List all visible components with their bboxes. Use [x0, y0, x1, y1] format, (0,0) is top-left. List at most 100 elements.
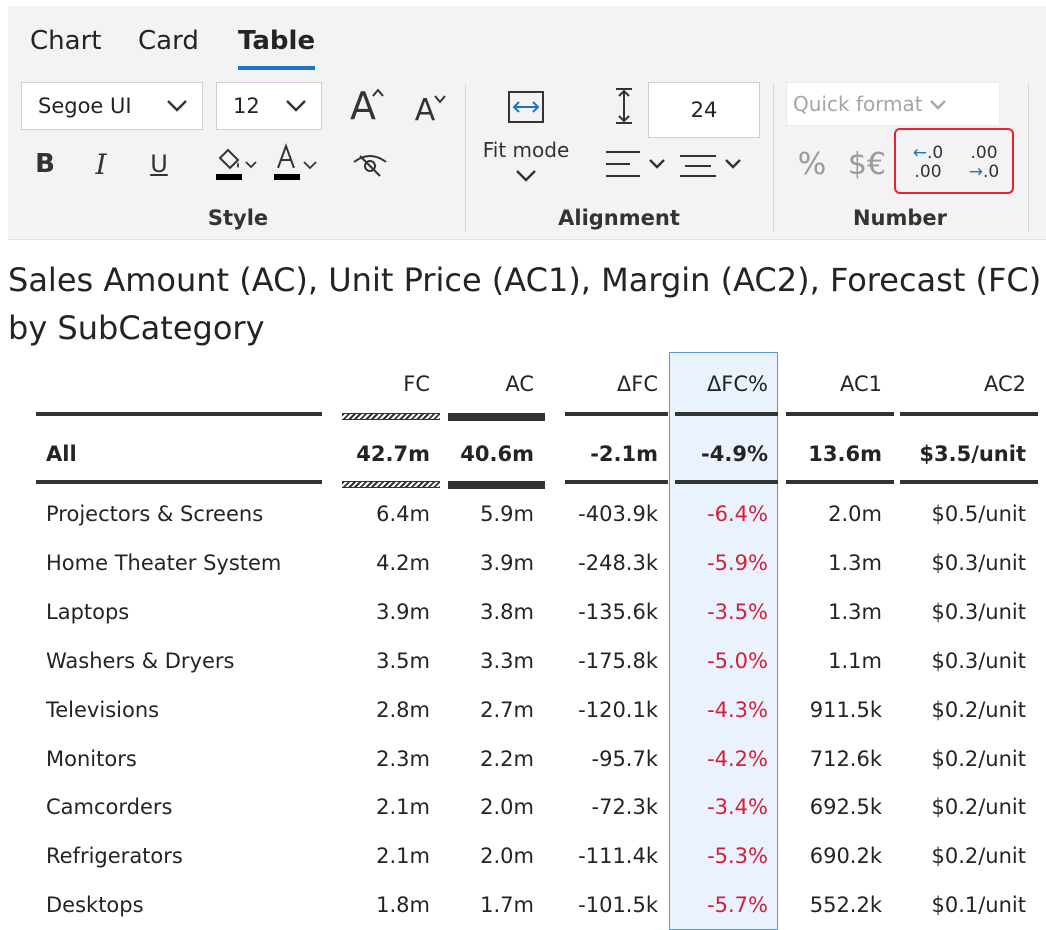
visual-title: Sales Amount (AC), Unit Price (AC1), Mar… — [8, 261, 1042, 347]
font-size-select[interactable]: 12 — [216, 82, 322, 130]
table-cell: $0.3/unit — [931, 648, 1026, 673]
table-cell: -5.7% — [707, 893, 768, 918]
row-divider — [786, 412, 894, 416]
column-header[interactable]: FC — [403, 372, 430, 396]
currency-format-button[interactable]: $€ — [842, 142, 892, 186]
table-cell: 2.2m — [480, 746, 534, 771]
percent-format-button[interactable]: % — [792, 142, 832, 186]
table-cell: 1.8m — [376, 893, 430, 918]
table-cell: 1.1m — [828, 648, 882, 673]
tab-table[interactable]: Table — [238, 26, 316, 70]
number-group-label: Number — [852, 206, 948, 230]
table-cell: 2.1m — [376, 844, 430, 869]
table-cell: 5.9m — [480, 502, 534, 526]
table-row-label: Washers & Dryers — [46, 648, 235, 673]
group-divider — [465, 84, 466, 232]
fit-width-icon — [508, 91, 544, 123]
table-row-label: Monitors — [46, 746, 137, 771]
row-height-input[interactable]: 24 — [648, 82, 760, 138]
increase-decimal-button[interactable]: ←.0 .00 — [906, 144, 950, 188]
column-header[interactable]: AC2 — [984, 372, 1026, 396]
table-cell: 1.3m — [828, 599, 882, 624]
ribbon-toolbar: Chart Card Table Segoe UI 12 A A B I U S… — [8, 6, 1046, 240]
align-center-icon — [680, 155, 741, 177]
table-cell: $0.2/unit — [931, 746, 1026, 771]
table-cell: $0.3/unit — [931, 550, 1026, 575]
table-row-label: Desktops — [46, 893, 144, 918]
tab-card[interactable]: Card — [138, 26, 199, 56]
row-height-icon — [610, 86, 638, 126]
fill-color-button[interactable] — [214, 144, 262, 186]
hide-button[interactable] — [348, 146, 392, 184]
table-cell: 552.2k — [809, 893, 882, 918]
column-header[interactable]: ΔFC% — [707, 372, 768, 396]
table-row-label: Refrigerators — [46, 844, 183, 869]
table-cell: -6.4% — [707, 502, 768, 526]
font-color-button[interactable] — [272, 142, 322, 186]
forecast-marker — [342, 481, 440, 488]
table-cell: -248.3k — [578, 550, 658, 575]
row-divider — [675, 480, 778, 484]
shrink-font-button[interactable]: A — [404, 88, 446, 132]
table-cell: 690.2k — [809, 844, 882, 869]
font-family-select[interactable]: Segoe UI — [21, 82, 203, 130]
style-group-label: Style — [207, 206, 269, 230]
italic-button[interactable]: I — [86, 144, 116, 184]
table-cell: $0.3/unit — [931, 599, 1026, 624]
column-header[interactable]: ΔFC — [617, 372, 658, 396]
table-cell: 1.3m — [828, 550, 882, 575]
row-divider — [900, 480, 1038, 484]
column-header[interactable]: AC1 — [840, 372, 882, 396]
vertical-resize-icon — [616, 88, 632, 124]
grow-font-button[interactable]: A — [340, 82, 386, 130]
decrease-decimal-bottom: →.0 — [968, 162, 1000, 182]
column-header[interactable]: AC — [505, 372, 534, 396]
increase-decimal-bottom: .00 — [914, 162, 942, 182]
font-size-value: 12 — [233, 94, 260, 118]
table-cell: -2.1m — [590, 442, 658, 466]
row-divider — [675, 412, 778, 416]
table-cell: 911.5k — [809, 697, 882, 722]
table-cell: -5.3% — [707, 844, 768, 869]
group-divider — [773, 84, 774, 232]
table-cell: 4.2m — [376, 550, 430, 575]
highlighted-column[interactable] — [669, 352, 778, 930]
table-cell: 2.7m — [480, 697, 534, 722]
table-cell: -4.3% — [707, 697, 768, 722]
table-cell: 1.7m — [480, 893, 534, 918]
actual-marker — [448, 413, 545, 421]
tab-chart[interactable]: Chart — [30, 26, 101, 56]
table-cell: 2.0m — [480, 844, 534, 869]
table-cell: 2.8m — [376, 697, 430, 722]
alignment-group-label: Alignment — [558, 206, 680, 230]
table-cell: -72.3k — [591, 795, 659, 820]
caret-down-icon — [434, 95, 446, 104]
fit-mode-icon-button[interactable] — [504, 86, 548, 128]
table-cell: $0.1/unit — [931, 893, 1026, 918]
table-row-label: Televisions — [46, 697, 160, 722]
table-cell: -3.5% — [707, 599, 768, 624]
table-cell: -403.9k — [578, 502, 658, 526]
table-cell: $0.2/unit — [931, 844, 1026, 869]
table-cell: 40.6m — [460, 442, 534, 466]
underline-button[interactable]: U — [144, 144, 174, 184]
chevron-down-icon — [285, 94, 307, 118]
fit-mode-button[interactable]: Fit mode — [476, 138, 576, 188]
table-cell: -5.9% — [707, 550, 768, 575]
table-cell: 3.9m — [376, 599, 430, 624]
decrease-decimal-button[interactable]: .00 →.0 — [962, 144, 1006, 188]
table-cell: 42.7m — [356, 442, 430, 466]
table-cell: -5.0% — [707, 648, 768, 673]
vertical-align-button[interactable] — [678, 146, 750, 186]
table-row-label: Camcorders — [46, 795, 173, 820]
table-row-label: Home Theater System — [46, 550, 282, 575]
decrease-decimal-top: .00 — [970, 143, 998, 163]
total-row-label: All — [46, 442, 77, 466]
text-align-button[interactable] — [604, 146, 672, 186]
table-cell: 3.8m — [480, 599, 534, 624]
bold-button[interactable]: B — [30, 144, 60, 184]
table-cell: 2.3m — [376, 746, 430, 771]
table-row-label: Projectors & Screens — [46, 502, 264, 526]
table-cell: 2.1m — [376, 795, 430, 820]
quick-format-select[interactable]: Quick format — [786, 82, 1000, 126]
